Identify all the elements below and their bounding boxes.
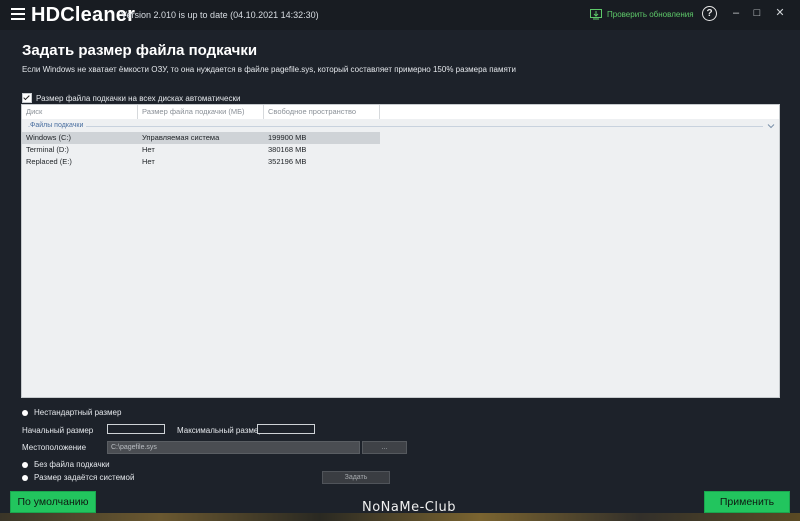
app-title: HDCleaner bbox=[31, 4, 136, 26]
table-row[interactable]: Windows (C:) Управляемая система 199900 … bbox=[22, 132, 380, 144]
app-window: HDCleaner Version 2.010 is up to date (0… bbox=[0, 0, 800, 513]
maximize-button[interactable]: □ bbox=[748, 4, 766, 22]
radio-icon[interactable] bbox=[22, 409, 28, 416]
check-updates-label: Проверить обновления bbox=[607, 9, 694, 19]
max-size-label: Максимальный размер bbox=[177, 426, 263, 435]
no-pagefile-radio[interactable]: Без файла подкачки bbox=[22, 460, 110, 469]
cell-disk: Windows (C:) bbox=[26, 133, 72, 142]
page-subtitle: Если Windows не хватает ёмкости ОЗУ, то … bbox=[22, 65, 516, 74]
help-icon[interactable]: ? bbox=[702, 6, 717, 21]
column-header-filler bbox=[380, 105, 779, 119]
location-input[interactable]: C:\pagefile.sys bbox=[107, 441, 360, 454]
update-icon bbox=[590, 8, 602, 19]
menu-icon[interactable] bbox=[11, 8, 25, 20]
column-header-disk[interactable]: Диск bbox=[22, 105, 138, 119]
page-title: Задать размер файла подкачки bbox=[22, 42, 258, 59]
cell-size: Нет bbox=[142, 145, 155, 154]
checkbox-checked-icon[interactable] bbox=[22, 93, 32, 103]
check-updates-link[interactable]: Проверить обновления bbox=[590, 6, 694, 22]
column-header-free[interactable]: Свободное пространство bbox=[264, 105, 380, 119]
watermark-text: NoNaMe-Club bbox=[362, 500, 456, 515]
system-managed-radio[interactable]: Размер задаётся системой bbox=[22, 473, 134, 482]
cell-size: Нет bbox=[142, 157, 155, 166]
minimize-button[interactable]: – bbox=[727, 4, 745, 22]
group-divider bbox=[28, 126, 763, 127]
custom-size-label: Нестандартный размер bbox=[34, 408, 122, 417]
table-row[interactable]: Replaced (E:) Нет 352196 MB bbox=[22, 156, 380, 168]
initial-size-input[interactable] bbox=[107, 424, 165, 434]
location-label: Местоположение bbox=[22, 443, 87, 452]
group-label: Файлы подкачки bbox=[30, 120, 87, 132]
cell-free: 199900 MB bbox=[268, 133, 307, 142]
table-row[interactable]: Terminal (D:) Нет 380168 MB bbox=[22, 144, 380, 156]
cell-disk: Replaced (E:) bbox=[26, 157, 72, 166]
close-button[interactable]: ✕ bbox=[771, 4, 789, 22]
pagefile-table: Диск Размер файла подкачки (МБ) Свободно… bbox=[21, 104, 780, 398]
max-size-input[interactable] bbox=[257, 424, 315, 434]
initial-size-label: Начальный размер bbox=[22, 426, 94, 435]
title-bar: HDCleaner Version 2.010 is up to date (0… bbox=[0, 0, 800, 30]
chevron-down-icon[interactable] bbox=[766, 121, 776, 131]
column-header-size[interactable]: Размер файла подкачки (МБ) bbox=[138, 105, 264, 119]
radio-icon[interactable] bbox=[22, 461, 28, 468]
system-managed-label: Размер задаётся системой bbox=[34, 473, 135, 482]
set-button[interactable]: Задать bbox=[322, 471, 390, 484]
default-button[interactable]: По умолчанию bbox=[10, 491, 96, 513]
custom-size-radio[interactable]: Нестандартный размер bbox=[22, 408, 121, 417]
group-header: Файлы подкачки bbox=[22, 120, 779, 132]
version-status: Version 2.010 is up to date (04.10.2021 … bbox=[121, 10, 319, 20]
cell-free: 380168 MB bbox=[268, 145, 307, 154]
auto-pagefile-checkbox[interactable]: Размер файла подкачки на всех дисках авт… bbox=[22, 93, 240, 103]
no-pagefile-label: Без файла подкачки bbox=[34, 460, 110, 469]
auto-pagefile-label: Размер файла подкачки на всех дисках авт… bbox=[36, 93, 241, 103]
browse-button[interactable]: ... bbox=[362, 441, 407, 454]
cell-disk: Terminal (D:) bbox=[26, 145, 69, 154]
apply-button[interactable]: Применить bbox=[704, 491, 790, 513]
cell-size: Управляемая система bbox=[142, 133, 220, 142]
cell-free: 352196 MB bbox=[268, 157, 307, 166]
radio-icon[interactable] bbox=[22, 474, 28, 481]
